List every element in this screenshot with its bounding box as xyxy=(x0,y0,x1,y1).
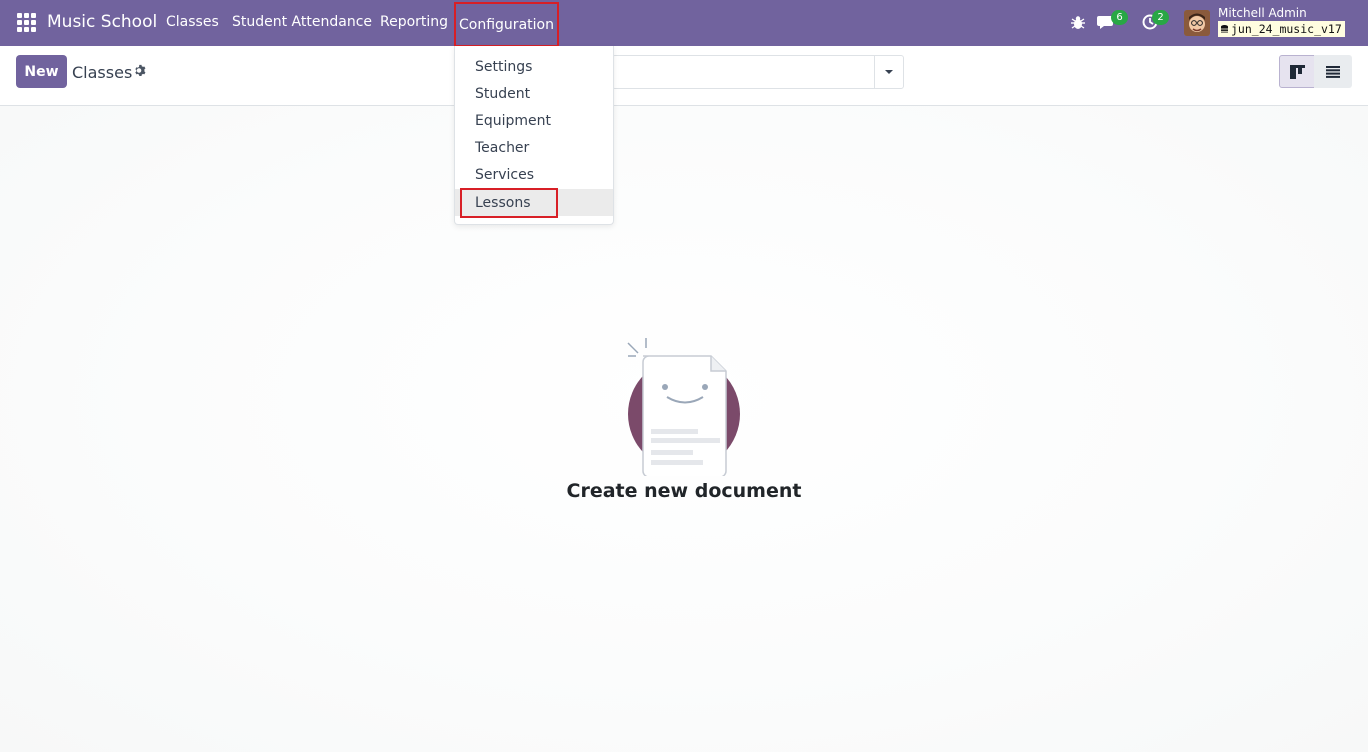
messages-badge: 6 xyxy=(1111,10,1128,25)
search-input[interactable] xyxy=(612,55,875,89)
user-name[interactable]: Mitchell Admin xyxy=(1218,6,1307,20)
menu-classes[interactable]: Classes xyxy=(166,14,219,30)
database-icon xyxy=(1221,24,1228,32)
configuration-dropdown: Settings Student Equipment Teacher Servi… xyxy=(454,46,614,225)
debug-bug-icon[interactable] xyxy=(1071,15,1085,30)
menu-configuration-label: Configuration xyxy=(459,16,554,33)
empty-state: Create new document xyxy=(0,106,1368,752)
lessons-highlight-box xyxy=(460,188,558,218)
list-view-button[interactable] xyxy=(1314,55,1352,88)
user-avatar[interactable] xyxy=(1184,10,1210,36)
empty-document-illustration xyxy=(627,338,740,476)
breadcrumb-title: Classes xyxy=(72,63,133,82)
dropdown-item-equipment[interactable]: Equipment xyxy=(455,107,613,134)
dropdown-item-services[interactable]: Services xyxy=(455,161,613,188)
list-icon xyxy=(1326,65,1340,78)
new-button[interactable]: New xyxy=(16,55,67,88)
gear-icon[interactable] xyxy=(134,64,147,77)
dropdown-item-student[interactable]: Student xyxy=(455,80,613,107)
kanban-icon xyxy=(1289,64,1305,79)
dropdown-item-teacher[interactable]: Teacher xyxy=(455,134,613,161)
database-name-label: jun_24_music_v17 xyxy=(1231,22,1342,36)
caret-down-icon xyxy=(885,70,893,74)
menu-reporting[interactable]: Reporting xyxy=(380,14,448,30)
menu-configuration[interactable]: Configuration xyxy=(454,2,559,47)
activities-badge: 2 xyxy=(1152,10,1169,25)
control-panel: New Classes xyxy=(0,46,1368,106)
menu-student-attendance[interactable]: Student Attendance xyxy=(232,14,372,30)
apps-grid-icon[interactable] xyxy=(17,13,36,32)
kanban-view-button[interactable] xyxy=(1279,55,1315,88)
top-navbar: Music School Classes Student Attendance … xyxy=(0,0,1368,47)
empty-state-title: Create new document xyxy=(566,480,802,502)
dropdown-item-settings[interactable]: Settings xyxy=(455,53,613,80)
database-name: jun_24_music_v17 xyxy=(1218,21,1345,37)
app-brand[interactable]: Music School xyxy=(47,12,157,32)
search-options-toggle[interactable] xyxy=(874,55,904,89)
